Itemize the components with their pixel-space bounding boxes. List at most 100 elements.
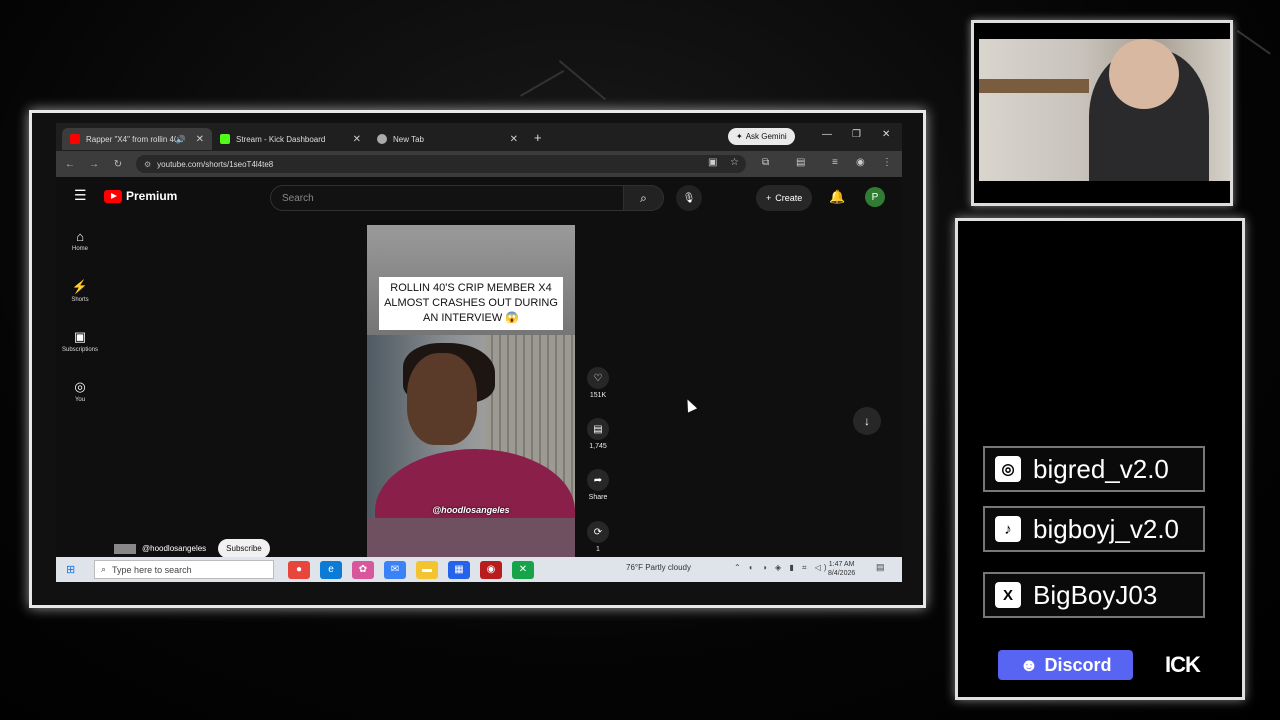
create-button[interactable]: + Create bbox=[756, 185, 813, 211]
youtube-page: ☰ Premium Search ⌕ 🎙 + Create 🔔 P ⌂ Home bbox=[56, 177, 902, 573]
close-tab-icon[interactable]: ✕ bbox=[353, 134, 361, 145]
shorts-icon: ⚡ bbox=[71, 279, 89, 294]
video-watermark: @hoodlosangeles bbox=[432, 505, 510, 515]
comment-action[interactable]: ▤ 1,745 bbox=[584, 418, 612, 450]
create-label: Create bbox=[775, 193, 803, 203]
search-icon: ⌕ bbox=[101, 564, 107, 574]
subscriptions-icon: ▣ bbox=[73, 329, 87, 344]
tab-kick[interactable]: Stream - Kick Dashboard ✕ bbox=[212, 128, 369, 150]
chrome-app-icon[interactable]: ● bbox=[288, 560, 310, 579]
tab-title: Stream - Kick Dashboard bbox=[236, 134, 326, 144]
instagram-handle: bigred_v2.0 bbox=[1033, 453, 1169, 484]
minimize-icon[interactable]: — bbox=[822, 129, 832, 140]
close-tab-icon[interactable]: ✕ bbox=[510, 134, 518, 145]
copilot-app-icon[interactable]: ✿ bbox=[352, 560, 374, 579]
windows-start-icon[interactable]: ⊞ bbox=[66, 563, 86, 576]
restore-icon[interactable]: ❐ bbox=[852, 129, 861, 140]
remix-count: 1 bbox=[596, 546, 600, 553]
sidebar-item-label: Shorts bbox=[71, 297, 89, 303]
sidebar-item-home[interactable]: ⌂ Home bbox=[56, 229, 104, 252]
next-video-button[interactable]: ↓ bbox=[853, 407, 881, 435]
subscribe-button[interactable]: Subscribe bbox=[218, 539, 270, 558]
tab-title: Rapper "X4" from rollin 40's bbox=[86, 134, 176, 144]
sidebar-item-shorts[interactable]: ⚡ Shorts bbox=[56, 279, 104, 303]
share-label: Share bbox=[588, 494, 608, 501]
share-icon[interactable]: ➦ bbox=[587, 469, 609, 491]
tab-new[interactable]: New Tab ✕ bbox=[369, 128, 526, 150]
sidebar-item-label: You bbox=[74, 397, 86, 403]
x-handle: BigBoyJ03 bbox=[1033, 579, 1158, 610]
mail-app-icon[interactable]: ✉ bbox=[384, 560, 406, 579]
extensions-icon[interactable]: ⧉ bbox=[762, 157, 769, 168]
avatar[interactable]: P bbox=[865, 187, 885, 207]
site-info-icon[interactable]: ⚙ bbox=[144, 160, 151, 169]
ask-gemini-button[interactable]: ✦ Ask Gemini bbox=[728, 128, 795, 145]
comment-count: 1,745 bbox=[589, 443, 607, 450]
social-tiktok: ♪ bigboyj_v2.0 bbox=[983, 506, 1205, 552]
webcam-frame bbox=[971, 20, 1233, 206]
notifications-bell-icon[interactable]: 🔔 bbox=[829, 189, 845, 205]
video-caption: ROLLIN 40'S CRIP MEMBER X4 ALMOST CRASHE… bbox=[379, 277, 563, 330]
back-icon[interactable]: ← bbox=[58, 159, 82, 170]
file-explorer-icon[interactable]: ▬ bbox=[416, 560, 438, 579]
browser-window: Rapper "X4" from rollin 40's 🔊 ✕ Stream … bbox=[56, 123, 902, 582]
new-tab-icon[interactable]: + bbox=[534, 130, 542, 145]
remix-icon[interactable]: ⟳ bbox=[587, 521, 609, 543]
cast-icon[interactable]: ▣ bbox=[708, 157, 717, 168]
discord-icon: ☻ bbox=[1019, 654, 1039, 675]
weather-widget[interactable]: 76°F Partly cloudy bbox=[626, 563, 691, 572]
shorts-video[interactable]: ROLLIN 40'S CRIP MEMBER X4 ALMOST CRASHE… bbox=[367, 225, 575, 573]
taskbar-search-input[interactable]: ⌕ Type here to search bbox=[94, 560, 274, 579]
close-tab-icon[interactable]: ✕ bbox=[196, 134, 204, 145]
comment-icon[interactable]: ▤ bbox=[587, 418, 609, 440]
channel-name[interactable]: @hoodlosangeles bbox=[142, 544, 206, 553]
search-button[interactable]: ⌕ bbox=[624, 185, 664, 211]
channel-avatar[interactable] bbox=[114, 543, 136, 554]
sidebar-item-label: Home bbox=[71, 246, 88, 252]
like-icon[interactable]: ♡ bbox=[587, 367, 609, 389]
channel-info: @hoodlosangeles Subscribe bbox=[114, 539, 270, 558]
youtube-play-icon bbox=[104, 189, 122, 203]
menu-kebab-icon[interactable]: ⋮ bbox=[882, 157, 892, 168]
social-instagram: ◎ bigred_v2.0 bbox=[983, 446, 1205, 492]
tiktok-icon: ♪ bbox=[995, 516, 1021, 542]
mic-icon: 🎙 bbox=[682, 192, 696, 204]
webcam-shelf bbox=[979, 79, 1089, 93]
kick-favicon-icon bbox=[220, 134, 230, 144]
forward-icon[interactable]: → bbox=[82, 159, 106, 170]
notifications-icon[interactable]: ▤ bbox=[876, 562, 885, 573]
taskbar-clock[interactable]: 1:47 AM 8/4/2026 bbox=[828, 560, 855, 578]
share-action[interactable]: ➦ Share bbox=[584, 469, 612, 501]
webcam-feed bbox=[979, 39, 1230, 181]
tab-youtube[interactable]: Rapper "X4" from rollin 40's 🔊 ✕ bbox=[62, 128, 212, 150]
hamburger-menu-icon[interactable]: ☰ bbox=[74, 187, 87, 204]
tab-strip: Rapper "X4" from rollin 40's 🔊 ✕ Stream … bbox=[56, 123, 902, 151]
kick-logo: ICK bbox=[1165, 652, 1201, 677]
speaker-icon[interactable]: 🔊 bbox=[176, 135, 186, 144]
media-icon[interactable]: ≡ bbox=[832, 157, 838, 168]
gemini-icon: ✦ bbox=[736, 132, 743, 141]
xbox-app-icon[interactable]: ✕ bbox=[512, 560, 534, 579]
tab-title: New Tab bbox=[393, 134, 424, 144]
edge-app-icon[interactable]: e bbox=[320, 560, 342, 579]
reload-icon[interactable]: ↻ bbox=[106, 159, 130, 170]
profile-icon[interactable]: ◉ bbox=[856, 157, 865, 168]
voice-search-button[interactable]: 🎙 bbox=[676, 185, 702, 211]
side-panel-icon[interactable]: ▤ bbox=[796, 157, 805, 168]
home-icon: ⌂ bbox=[76, 229, 84, 244]
bookmark-star-icon[interactable]: ☆ bbox=[730, 157, 739, 168]
url-field[interactable]: ⚙ youtube.com/shorts/1seoT4l4te8 bbox=[136, 155, 746, 173]
sidebar-item-subscriptions[interactable]: ▣ Subscriptions bbox=[56, 329, 104, 353]
obs-app-icon[interactable]: ◉ bbox=[480, 560, 502, 579]
search-input[interactable]: Search bbox=[270, 185, 624, 211]
remix-action[interactable]: ⟳ 1 bbox=[584, 521, 612, 553]
system-tray-icons[interactable]: ⌃ ◐ ◑ ◈ ▮ ⌗ ◁) bbox=[734, 563, 830, 573]
close-window-icon[interactable]: ✕ bbox=[882, 129, 890, 140]
social-x: X BigBoyJ03 bbox=[983, 572, 1205, 618]
address-bar: ← → ↻ ⚙ youtube.com/shorts/1seoT4l4te8 ▣… bbox=[56, 151, 902, 177]
screen-capture-frame: Rapper "X4" from rollin 40's 🔊 ✕ Stream … bbox=[29, 110, 926, 608]
sidebar-item-you[interactable]: ◎ You bbox=[56, 379, 104, 403]
store-app-icon[interactable]: ▦ bbox=[448, 560, 470, 579]
like-action[interactable]: ♡ 151K bbox=[584, 367, 612, 399]
youtube-logo[interactable]: Premium bbox=[104, 189, 177, 203]
